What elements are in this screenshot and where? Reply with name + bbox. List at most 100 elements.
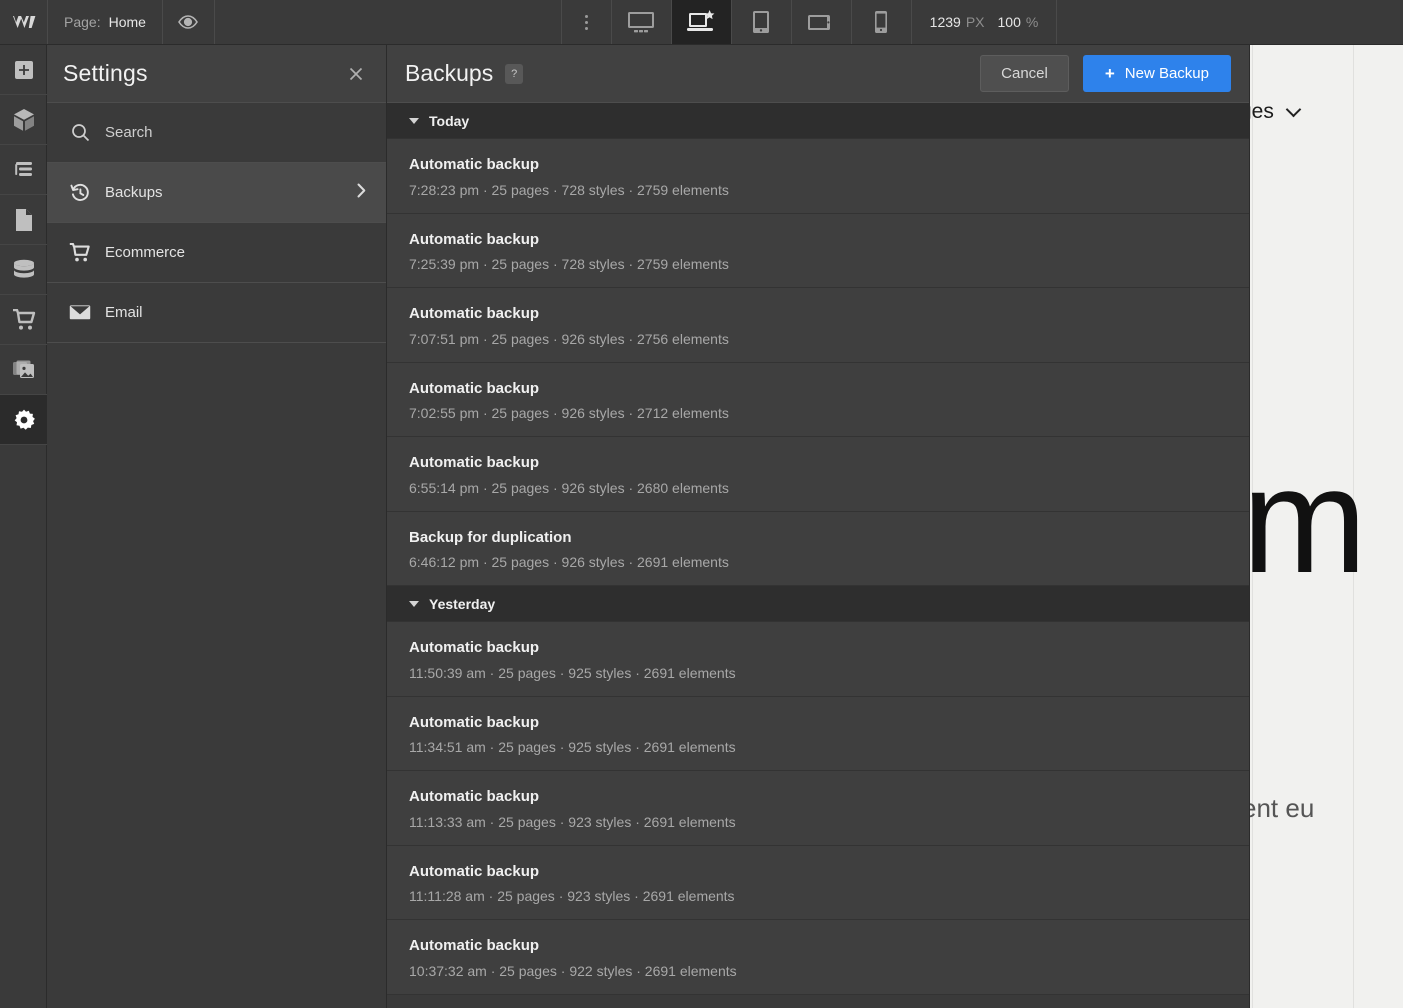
backup-name: Automatic backup: [409, 637, 1227, 660]
backup-meta: 10:37:32 am · 25 pages · 922 styles · 26…: [409, 960, 1227, 982]
plus-icon: +: [1105, 65, 1115, 82]
backup-meta: 11:34:51 am · 25 pages · 925 styles · 26…: [409, 736, 1227, 758]
page-label: Page:: [64, 14, 101, 30]
top-toolbar: Page: Home: [0, 0, 1403, 45]
backups-header-actions: Cancel + New Backup: [980, 55, 1231, 92]
backups-list[interactable]: Today Automatic backup 7:28:23 pm · 25 p…: [387, 103, 1249, 1008]
backup-meta: 11:11:28 am · 25 pages · 923 styles · 26…: [409, 885, 1227, 907]
backup-list-item[interactable]: Automatic backup 7:02:55 pm · 25 pages ·…: [387, 363, 1249, 438]
left-icon-rail: [0, 45, 47, 1008]
backup-list-item[interactable]: Automatic backup 10:37:32 am · 25 pages …: [387, 920, 1249, 995]
backup-name: Automatic backup: [409, 452, 1227, 475]
backup-list-item[interactable]: Automatic backup 11:11:28 am · 25 pages …: [387, 846, 1249, 921]
backup-name: Backup for duplication: [409, 527, 1227, 550]
backup-name: Automatic backup: [409, 229, 1227, 252]
rail-item-ecommerce[interactable]: [0, 295, 47, 345]
rail-item-assets[interactable]: [0, 345, 47, 395]
webflow-designer: ges m i ent eu Page: Home: [0, 0, 1403, 1008]
rail-empty-space: [0, 445, 47, 1008]
webflow-logo-icon[interactable]: [0, 0, 48, 44]
backup-meta: 11:50:39 am · 25 pages · 925 styles · 26…: [409, 662, 1227, 684]
chevron-down-icon: [1286, 101, 1302, 117]
rail-item-settings[interactable]: [0, 395, 47, 445]
backup-name: Automatic backup: [409, 786, 1227, 809]
caret-down-icon: [409, 118, 419, 124]
backup-list-item[interactable]: Automatic backup 11:50:39 am · 25 pages …: [387, 622, 1249, 697]
rail-item-components[interactable]: [0, 95, 47, 145]
backup-name: Automatic backup: [409, 154, 1227, 177]
backup-group-title: Yesterday: [429, 596, 495, 612]
backup-list-item[interactable]: Automatic backup 11:13:33 am · 25 pages …: [387, 771, 1249, 846]
breakpoint-switcher: [611, 0, 911, 44]
settings-search-field[interactable]: Search: [47, 103, 386, 163]
canvas-nav-item[interactable]: ges: [1250, 100, 1299, 124]
zoom-value: 100: [998, 14, 1021, 30]
canvas-body-text[interactable]: ent eu: [1250, 793, 1314, 824]
backup-name: Automatic backup: [409, 378, 1227, 401]
backup-meta: 7:02:55 pm · 25 pages · 926 styles · 271…: [409, 402, 1227, 424]
sidebar-item-label: Ecommerce: [105, 244, 366, 261]
canvas-hero-heading[interactable]: m i: [1250, 445, 1403, 595]
new-backup-button[interactable]: + New Backup: [1083, 55, 1231, 92]
canvas-nav-label: ges: [1250, 100, 1274, 124]
backup-name: Automatic backup: [409, 303, 1227, 326]
backup-list-item[interactable]: Backup for duplication 6:46:12 pm · 25 p…: [387, 512, 1249, 587]
backup-list-item[interactable]: Automatic backup 11:34:51 am · 25 pages …: [387, 697, 1249, 772]
backup-meta: 6:46:12 pm · 25 pages · 926 styles · 269…: [409, 551, 1227, 573]
toolbar-tail-space: [1056, 0, 1403, 44]
backup-meta: 7:07:51 pm · 25 pages · 926 styles · 275…: [409, 328, 1227, 350]
settings-panel-header: Settings: [47, 45, 386, 103]
page-name: Home: [109, 14, 146, 30]
preview-toggle-button[interactable]: [163, 0, 215, 44]
sidebar-item-label: Email: [105, 304, 366, 321]
backup-name: Automatic backup: [409, 935, 1227, 958]
backups-panel: Backups ? Cancel + New Backup Today Auto…: [387, 45, 1250, 1008]
settings-title: Settings: [63, 60, 148, 87]
backup-group-title: Today: [429, 113, 469, 129]
backup-list-item[interactable]: Automatic backup 6:55:14 pm · 25 pages ·…: [387, 437, 1249, 512]
backup-meta: 7:25:39 pm · 25 pages · 728 styles · 275…: [409, 253, 1227, 275]
breakpoint-tablet-portrait[interactable]: [731, 0, 791, 44]
rail-item-add-elements[interactable]: [0, 45, 47, 95]
sidebar-item-backups[interactable]: Backups: [47, 163, 386, 223]
search-icon: [69, 123, 91, 142]
settings-panel: Settings Search: [47, 45, 387, 1008]
help-icon[interactable]: ?: [505, 64, 523, 84]
sidebar-item-ecommerce[interactable]: Ecommerce: [47, 223, 386, 283]
breakpoint-desktop[interactable]: [611, 0, 671, 44]
backup-meta: 6:55:14 pm · 25 pages · 926 styles · 268…: [409, 477, 1227, 499]
breakpoint-tablet-landscape[interactable]: [791, 0, 851, 44]
sidebar-item-label: Backups: [105, 184, 343, 201]
backup-group-header-today[interactable]: Today: [387, 103, 1249, 139]
history-clock-icon: [69, 183, 91, 203]
cancel-button[interactable]: Cancel: [980, 55, 1069, 92]
canvas-width-value: 1239: [930, 14, 961, 30]
sidebar-item-email[interactable]: Email: [47, 283, 386, 343]
backups-panel-header: Backups ? Cancel + New Backup: [387, 45, 1249, 103]
rail-item-cms[interactable]: [0, 245, 47, 295]
rail-item-navigator[interactable]: [0, 145, 47, 195]
close-icon[interactable]: [344, 62, 368, 86]
design-canvas[interactable]: ges m i ent eu: [1250, 45, 1403, 1008]
zoom-unit: %: [1026, 14, 1038, 30]
backup-name: Automatic backup: [409, 861, 1227, 884]
backup-list-item[interactable]: Automatic backup 7:07:51 pm · 25 pages ·…: [387, 288, 1249, 363]
backup-meta: 7:28:23 pm · 25 pages · 728 styles · 275…: [409, 179, 1227, 201]
backup-name: Automatic backup: [409, 712, 1227, 735]
backup-meta: 11:13:33 am · 25 pages · 923 styles · 26…: [409, 811, 1227, 833]
canvas-width-unit: PX: [966, 14, 985, 30]
breakpoint-laptop[interactable]: [671, 0, 731, 44]
backup-list-item[interactable]: Automatic backup 7:28:23 pm · 25 pages ·…: [387, 139, 1249, 214]
chevron-right-icon: [357, 183, 366, 203]
page-selector[interactable]: Page: Home: [48, 0, 163, 44]
backup-list-item[interactable]: Automatic backup 7:25:39 pm · 25 pages ·…: [387, 214, 1249, 289]
caret-down-icon: [409, 601, 419, 607]
rail-item-pages[interactable]: [0, 195, 47, 245]
canvas-size-and-zoom[interactable]: 1239 PX 100 %: [911, 0, 1057, 44]
backup-group-header-yesterday[interactable]: Yesterday: [387, 586, 1249, 622]
shopping-cart-icon: [69, 243, 91, 263]
toolbar-spacer: [215, 0, 561, 44]
breakpoint-mobile[interactable]: [851, 0, 911, 44]
more-options-icon[interactable]: [561, 0, 611, 44]
backups-title: Backups: [405, 60, 493, 87]
